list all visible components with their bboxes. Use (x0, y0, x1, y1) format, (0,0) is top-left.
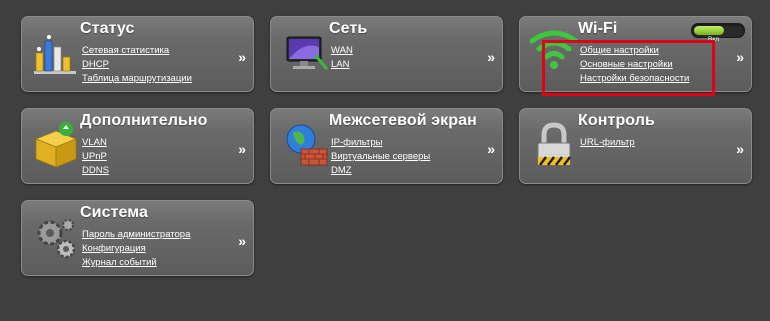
card-status: Статус Сетевая статистика DHCP Таблица м… (21, 16, 254, 92)
card-control: Контроль URL-фильтр » (519, 108, 752, 184)
link-list: URL-фильтр (580, 134, 635, 148)
package-box-icon (34, 122, 78, 168)
link-security-settings[interactable]: Настройки безопасности (580, 73, 689, 84)
card-title: Межсетевой экран (329, 112, 477, 129)
card-title: Wi-Fi (578, 20, 618, 37)
expand-arrow[interactable]: » (487, 49, 495, 65)
link-ddns[interactable]: DDNS (82, 165, 109, 176)
link-lan[interactable]: LAN (331, 59, 349, 70)
link-upnp[interactable]: UPnP (82, 151, 107, 162)
link-virtual-servers[interactable]: Виртуальные серверы (331, 151, 430, 162)
card-title: Контроль (578, 112, 655, 129)
link-list: IP-фильтры Виртуальные серверы DMZ (331, 134, 430, 176)
link-admin-password[interactable]: Пароль администратора (82, 229, 190, 240)
link-list: Сетевая статистика DHCP Таблица маршрути… (82, 42, 192, 84)
expand-arrow[interactable]: » (238, 49, 246, 65)
wifi-signal-icon (529, 30, 579, 69)
link-list: Общие настройки Основные настройки Настр… (580, 42, 689, 84)
card-title: Система (80, 204, 149, 221)
toggle-fill (694, 26, 724, 35)
expand-arrow[interactable]: » (736, 141, 744, 157)
link-list: VLAN UPnP DDNS (82, 134, 109, 176)
link-configuration[interactable]: Конфигурация (82, 243, 146, 254)
padlock-icon (537, 122, 571, 166)
link-url-filter[interactable]: URL-фильтр (580, 137, 635, 148)
wifi-toggle[interactable]: Вкл (691, 23, 745, 43)
card-system: Система Пароль администратора Конфигурац… (21, 200, 254, 276)
link-network-stats[interactable]: Сетевая статистика (82, 45, 169, 56)
link-list: WAN LAN (331, 42, 353, 70)
gears-icon (37, 219, 76, 259)
globe-firewall-icon (286, 124, 328, 166)
network-monitor-icon (286, 36, 329, 70)
expand-arrow[interactable]: » (487, 141, 495, 157)
link-dmz[interactable]: DMZ (331, 165, 352, 176)
card-title: Статус (80, 20, 135, 37)
link-list: Пароль администратора Конфигурация Журна… (82, 226, 190, 268)
expand-arrow[interactable]: » (238, 233, 246, 249)
link-wan[interactable]: WAN (331, 45, 353, 56)
card-network: Сеть WAN LAN » (270, 16, 503, 92)
link-event-log[interactable]: Журнал событий (82, 257, 157, 268)
link-general-settings[interactable]: Общие настройки (580, 45, 659, 56)
expand-arrow[interactable]: » (736, 49, 744, 65)
card-advanced: Дополнительно VLAN UPnP DDNS » (21, 108, 254, 184)
link-ip-filters[interactable]: IP-фильтры (331, 137, 382, 148)
link-vlan[interactable]: VLAN (82, 137, 107, 148)
link-routing-table[interactable]: Таблица маршрутизации (82, 73, 192, 84)
bar-chart-icon (34, 35, 76, 74)
card-wifi: Wi-Fi Вкл Общие настройки Основные настр… (519, 16, 752, 92)
expand-arrow[interactable]: » (238, 141, 246, 157)
link-basic-settings[interactable]: Основные настройки (580, 59, 673, 70)
link-dhcp[interactable]: DHCP (82, 59, 109, 70)
card-title: Дополнительно (80, 112, 208, 129)
card-title: Сеть (329, 20, 368, 37)
card-firewall: Межсетевой экран IP-фильтры Виртуальные … (270, 108, 503, 184)
toggle-label: Вкл (708, 36, 720, 43)
